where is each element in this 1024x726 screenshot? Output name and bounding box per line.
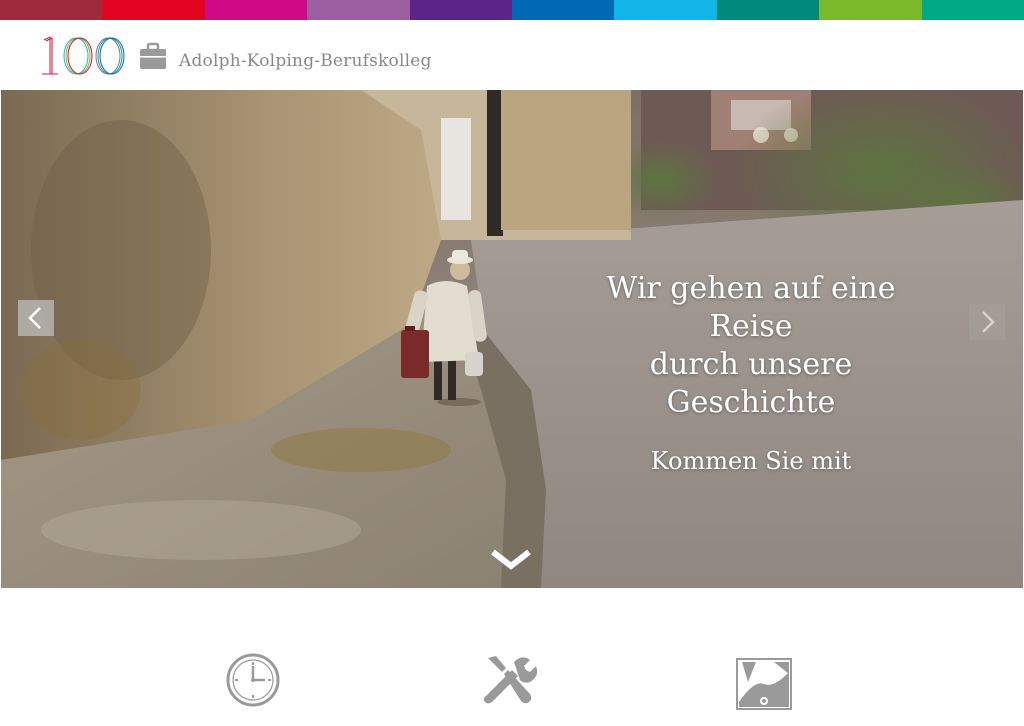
next-slide-button[interactable] bbox=[969, 304, 1005, 340]
chevron-right-icon bbox=[982, 311, 995, 333]
color-segment bbox=[716, 0, 820, 20]
scroll-down-button[interactable] bbox=[487, 544, 535, 574]
chevron-left-icon bbox=[28, 307, 41, 329]
hero-headline-line2: durch unsere Geschichte bbox=[649, 347, 853, 420]
color-bar bbox=[0, 0, 1024, 20]
feature-gallery[interactable] bbox=[734, 652, 794, 712]
color-segment bbox=[307, 0, 410, 20]
hero-caption: Wir gehen auf eine Reise durch unsere Ge… bbox=[561, 270, 941, 476]
photo-icon bbox=[736, 658, 792, 710]
hero-headline-line1: Wir gehen auf eine Reise bbox=[606, 271, 896, 344]
color-segment bbox=[409, 0, 513, 20]
site-header: Adolph-Kolping-Berufskolleg bbox=[0, 20, 1024, 90]
clock-icon bbox=[226, 653, 280, 707]
color-segment bbox=[0, 0, 103, 20]
feature-crafts[interactable] bbox=[478, 652, 538, 712]
color-segment bbox=[921, 0, 1024, 20]
logo-100[interactable] bbox=[36, 34, 128, 80]
color-segment bbox=[204, 0, 308, 20]
color-segment bbox=[512, 0, 615, 20]
color-segment bbox=[819, 0, 922, 20]
prev-slide-button[interactable] bbox=[18, 300, 54, 336]
suitcase-icon bbox=[140, 42, 166, 69]
color-segment bbox=[614, 0, 717, 20]
hero-slider: Wir gehen auf eine Reise durch unsere Ge… bbox=[1, 90, 1023, 588]
site-title[interactable]: Adolph-Kolping-Berufskolleg bbox=[179, 51, 432, 71]
feature-row bbox=[0, 588, 1024, 726]
feature-history[interactable] bbox=[224, 652, 284, 712]
hero-subline[interactable]: Kommen Sie mit bbox=[561, 446, 941, 476]
tools-icon bbox=[483, 656, 538, 704]
color-segment bbox=[102, 0, 205, 20]
chevron-down-icon bbox=[491, 549, 531, 570]
